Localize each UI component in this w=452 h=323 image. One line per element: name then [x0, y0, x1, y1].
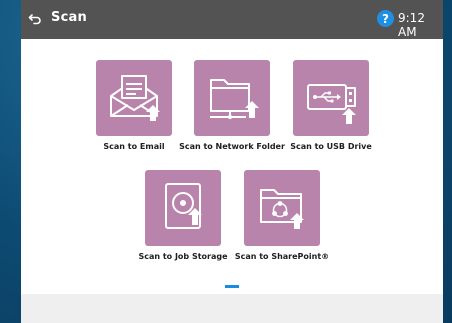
scan-to-sharepoint-label[interactable]: Scan to SharePoint® [217, 252, 347, 261]
footer-bar [21, 294, 443, 323]
back-arrow-icon [28, 14, 41, 25]
page-indicator [225, 285, 239, 288]
top-bar: Scan ? 9:12 AM [21, 0, 443, 39]
help-icon: ? [382, 11, 389, 26]
usb-drive-icon [307, 84, 356, 124]
sharepoint-icon [260, 189, 304, 229]
email-icon [110, 75, 160, 121]
network-folder-icon [210, 79, 259, 120]
help-button[interactable]: ? [377, 10, 394, 27]
scan-to-network-folder-tile[interactable] [194, 60, 270, 136]
clock: 9:12 AM [398, 11, 425, 39]
scan-to-sharepoint-tile[interactable] [244, 170, 320, 246]
scan-to-email-tile[interactable] [96, 60, 172, 136]
job-storage-icon [165, 183, 202, 229]
scan-to-job-storage-tile[interactable] [145, 170, 221, 246]
scan-to-usb-drive-label[interactable]: Scan to USB Drive [266, 142, 396, 151]
back-button[interactable] [27, 10, 43, 28]
scan-to-usb-drive-tile[interactable] [293, 60, 369, 136]
page-title: Scan [51, 10, 87, 25]
scan-app-panel: Scan ? 9:12 AM Scan to Email Scan to Net… [21, 0, 443, 323]
